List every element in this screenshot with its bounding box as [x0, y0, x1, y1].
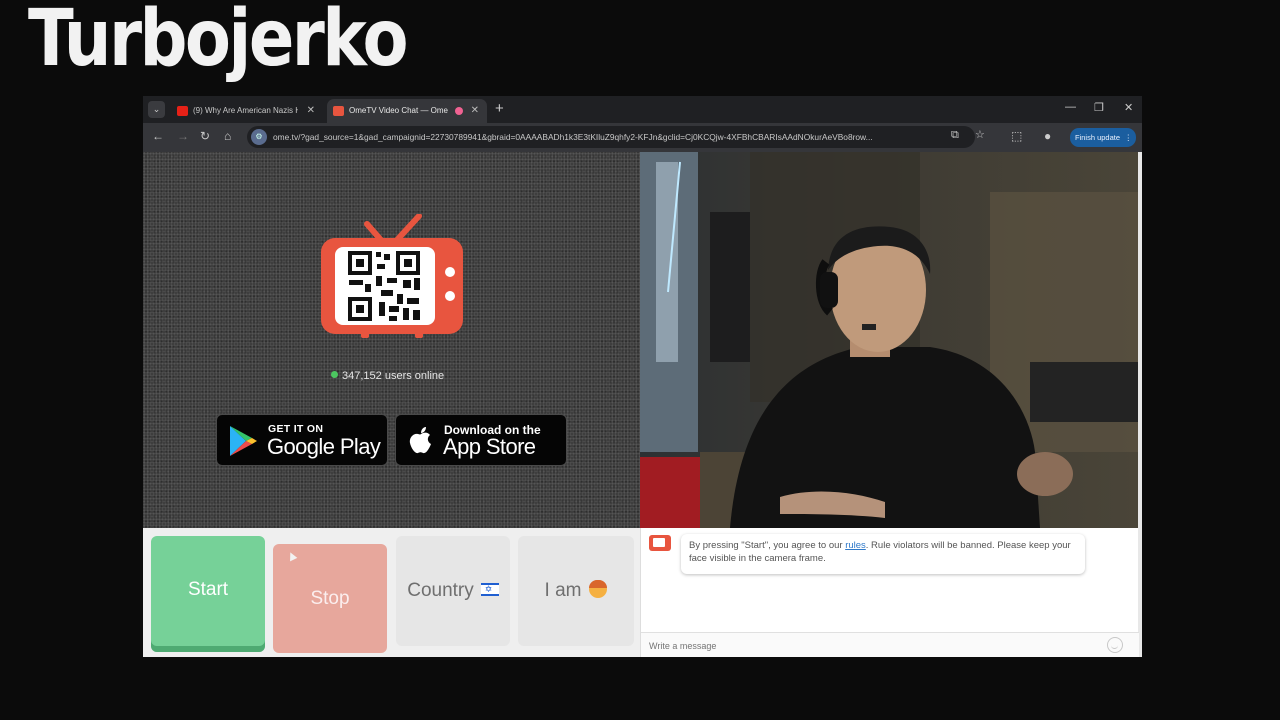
browser-window: ⌄ (9) Why Are American Nazis Ha ✕ OmeTV …: [143, 96, 1142, 657]
country-button[interactable]: Country ✡: [396, 536, 510, 646]
ometv-chat-logo-icon: [649, 535, 671, 551]
install-app-icon[interactable]: ⧉: [951, 129, 959, 142]
apple-icon: [409, 427, 431, 454]
profile-avatar-icon[interactable]: ●: [1044, 129, 1051, 143]
finish-update-label: Finish update: [1075, 133, 1121, 142]
maximize-icon[interactable]: ❐: [1094, 101, 1104, 114]
google-play-button[interactable]: GET IT ON Google Play: [216, 414, 388, 466]
i-am-button[interactable]: I am: [518, 536, 634, 646]
address-bar[interactable]: ⚙ ome.tv/?gad_source=1&gad_campaignid=22…: [247, 126, 985, 148]
bookmark-star-icon[interactable]: ☆: [975, 128, 985, 141]
i-am-label: I am: [544, 580, 582, 601]
chat-message-input[interactable]: [649, 639, 1089, 653]
message-text-pre: By pressing "Start", you agree to our: [689, 540, 846, 551]
chat-controls: Start Stop Country ✡ I am: [143, 528, 640, 657]
tab-label: (9) Why Are American Nazis Ha: [193, 106, 298, 115]
menu-dots-icon[interactable]: ⋮: [1125, 128, 1133, 147]
tab-label: OmeTV Video Chat — Ome: [349, 106, 448, 115]
home-icon[interactable]: ⌂: [224, 129, 231, 143]
rules-link[interactable]: rules: [845, 540, 866, 551]
chat-panel: By pressing "Start", you agree to our ru…: [640, 528, 1139, 657]
url-text[interactable]: ome.tv/?gad_source=1&gad_campaignid=2273…: [273, 126, 943, 148]
users-online-suffix: users online: [384, 370, 445, 382]
emoji-icon[interactable]: [1107, 637, 1123, 653]
ometv-tv-qr-logo-icon: [321, 214, 463, 338]
back-icon[interactable]: ←: [152, 129, 164, 143]
new-tab-button[interactable]: +: [495, 99, 504, 119]
country-label: Country: [407, 580, 474, 601]
app-store-button[interactable]: Download on the App Store: [395, 414, 567, 466]
finish-update-button[interactable]: Finish update ⋮: [1070, 128, 1136, 147]
tab-youtube[interactable]: (9) Why Are American Nazis Ha ✕: [171, 99, 323, 123]
forward-icon[interactable]: →: [177, 129, 189, 143]
online-dot-icon: [331, 371, 338, 378]
start-button[interactable]: Start: [151, 536, 265, 652]
partner-video-panel: [640, 152, 1140, 528]
youtube-icon: [177, 106, 188, 116]
app-store-big-text: App Store: [443, 434, 536, 459]
extensions-icon[interactable]: ⬚: [1011, 129, 1022, 143]
tab-strip: ⌄ (9) Why Are American Nazis Ha ✕ OmeTV …: [143, 96, 1142, 123]
tab-search-chevron-icon[interactable]: ⌄: [148, 101, 165, 118]
tab-close-icon[interactable]: ✕: [471, 99, 479, 123]
users-online-indicator: 347,152 users online: [331, 370, 444, 382]
google-play-icon: [230, 426, 257, 456]
stream-overlay-title: Turbojerko: [28, 0, 409, 84]
minimize-icon[interactable]: —: [1065, 101, 1076, 113]
window-close-icon[interactable]: ✕: [1124, 101, 1133, 114]
partner-webcam-image: [640, 152, 1140, 528]
page-content: 347,152 users online GET IT ON Google Pl…: [143, 152, 1142, 657]
users-online-count: 347,152: [342, 370, 382, 382]
israel-flag-icon: ✡: [480, 583, 499, 596]
own-video-panel: 347,152 users online GET IT ON Google Pl…: [143, 152, 640, 528]
browser-toolbar: ← → ↻ ⌂ ⚙ ome.tv/?gad_source=1&gad_campa…: [143, 123, 1142, 152]
system-message: By pressing "Start", you agree to our ru…: [681, 534, 1085, 574]
user-avatar-icon: [589, 580, 608, 598]
ometv-icon: [333, 106, 344, 116]
google-play-big-text: Google Play: [267, 434, 381, 459]
page-scrollbar[interactable]: [1138, 152, 1142, 657]
chat-input-bar: [641, 632, 1139, 657]
tab-close-icon[interactable]: ✕: [307, 99, 315, 123]
tab-ometv[interactable]: OmeTV Video Chat — Ome ✕: [327, 99, 487, 123]
site-info-icon[interactable]: ⚙: [251, 129, 267, 145]
recording-indicator-icon: [455, 107, 463, 115]
reload-icon[interactable]: ↻: [200, 129, 210, 143]
